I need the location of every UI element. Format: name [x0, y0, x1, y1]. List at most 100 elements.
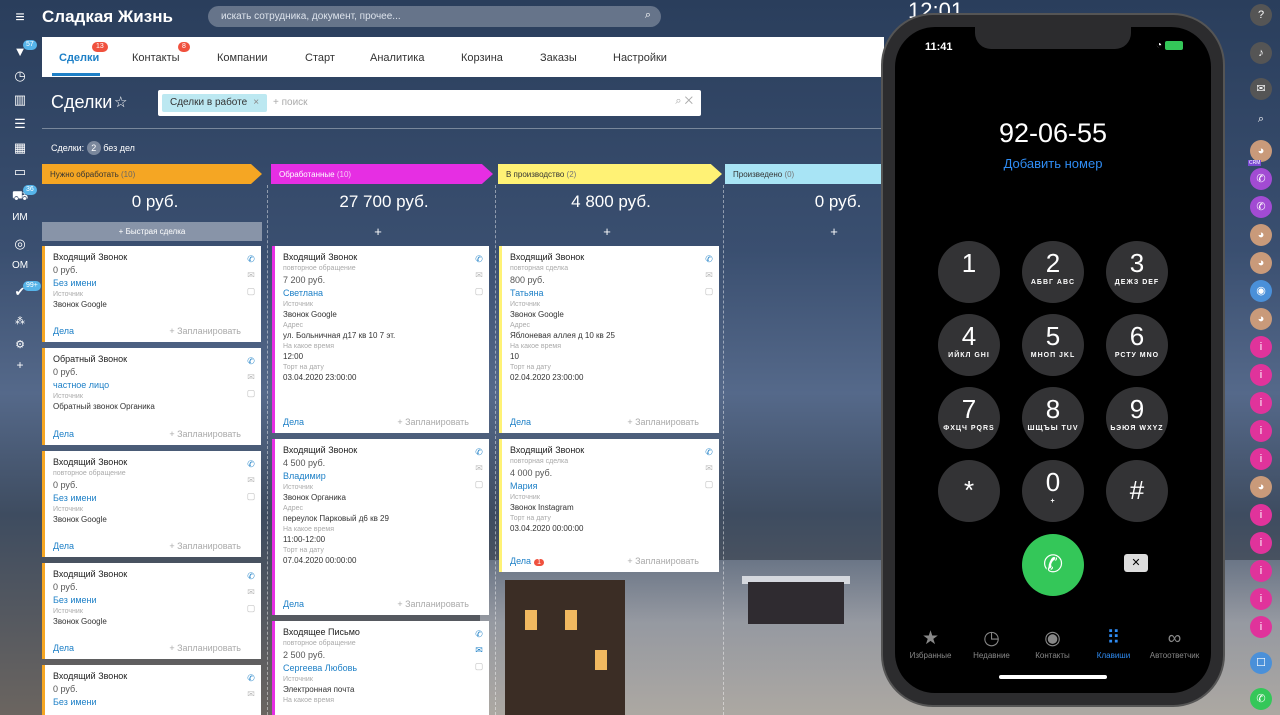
- target-icon[interactable]: ◎: [0, 236, 40, 252]
- global-search[interactable]: искать сотрудника, документ, прочее... ⌕: [208, 6, 661, 27]
- search-placeholder: искать сотрудника, документ, прочее...: [221, 11, 401, 22]
- user-icon[interactable]: ◉: [1250, 280, 1272, 302]
- filter-chip[interactable]: Сделки в работе ×: [162, 94, 268, 112]
- info-icon[interactable]: i: [1250, 532, 1272, 554]
- help-icon[interactable]: ?: [1250, 4, 1272, 26]
- info-icon[interactable]: i: [1250, 588, 1272, 610]
- key-1[interactable]: 1: [938, 241, 1000, 303]
- key-star[interactable]: *: [938, 460, 1000, 522]
- tab-contacts-phone[interactable]: ◉ Контакты: [1021, 627, 1084, 660]
- gear-icon[interactable]: ⚙: [0, 338, 40, 351]
- tab-settings[interactable]: Настройки: [613, 52, 667, 64]
- deal-card[interactable]: Входящий Звонок 0 руб. Без имени Источни…: [42, 563, 261, 659]
- chart-icon[interactable]: ▥: [0, 92, 40, 108]
- add-icon[interactable]: +: [0, 358, 40, 372]
- column-header-to-process[interactable]: Нужно обработать (10): [42, 164, 262, 184]
- info-icon[interactable]: i: [1250, 560, 1272, 582]
- key-5[interactable]: 5 МНОП JKL: [1022, 314, 1084, 376]
- tab-orders[interactable]: Заказы: [540, 52, 577, 64]
- avatar[interactable]: ◕: [1250, 308, 1272, 330]
- tab-deals[interactable]: Сделки: [59, 52, 99, 64]
- key-6[interactable]: 6 РСТУ MNO: [1106, 314, 1168, 376]
- info-icon[interactable]: i: [1250, 364, 1272, 386]
- search-icon[interactable]: ⌕: [1250, 108, 1272, 130]
- call-button[interactable]: ✆: [1022, 534, 1084, 596]
- key-4[interactable]: 4 ИЙКЛ GHI: [938, 314, 1000, 376]
- tab-favorites[interactable]: ★ Избранные: [899, 627, 962, 660]
- avatar[interactable]: ◕: [1250, 252, 1272, 274]
- key-3[interactable]: 3 ДЕЖЗ DEF: [1106, 241, 1168, 303]
- filter-search-input[interactable]: + поиск: [273, 97, 308, 108]
- sidebar-im[interactable]: ИМ: [0, 212, 40, 223]
- add-deal-button[interactable]: +: [271, 224, 485, 239]
- key-2[interactable]: 2 АБВГ ABC: [1022, 241, 1084, 303]
- brand-title[interactable]: Сладкая Жизнь: [42, 7, 173, 27]
- avatar[interactable]: ◕: [1250, 140, 1272, 162]
- column-header-produced[interactable]: Произведено (0): [725, 164, 883, 184]
- tab-recents[interactable]: ◷ Недавние: [960, 627, 1023, 660]
- clock-icon[interactable]: ◷: [0, 68, 40, 84]
- deal-card[interactable]: Входящий Звонок повторная сделка 800 руб…: [499, 246, 719, 433]
- add-deal-button[interactable]: +: [498, 224, 716, 239]
- tab-analytics[interactable]: Аналитика: [370, 52, 424, 64]
- deal-card[interactable]: Входящий Звонок 0 руб. Без имени ✆ ✉: [42, 665, 261, 715]
- chat-icon[interactable]: ✉: [1250, 78, 1272, 100]
- sitemap-icon[interactable]: ⁂: [0, 316, 40, 327]
- window-icon[interactable]: ▭: [0, 164, 40, 180]
- info-icon[interactable]: i: [1250, 504, 1272, 526]
- grid-icon[interactable]: ▦: [0, 140, 40, 156]
- counter-badge[interactable]: 2: [86, 141, 101, 155]
- deal-card[interactable]: Входящий Звонок повторное обращение 7 20…: [272, 246, 489, 433]
- info-icon[interactable]: i: [1250, 420, 1272, 442]
- add-number-link[interactable]: Добавить номер: [895, 156, 1211, 171]
- deal-card[interactable]: Входящее Письмо повторное обращение 2 50…: [272, 621, 489, 715]
- phone-icon: ✆: [705, 254, 713, 264]
- open-lines-icon[interactable]: ☐: [1250, 652, 1272, 674]
- search-icon[interactable]: ⌕: [645, 9, 651, 22]
- stack-icon[interactable]: ☰: [0, 116, 40, 132]
- tab-contacts[interactable]: Контакты: [132, 52, 180, 64]
- mail-icon: ✉: [247, 587, 255, 597]
- deal-card[interactable]: Обратный Звонок 0 руб. частное лицо Исто…: [42, 348, 261, 445]
- info-icon[interactable]: i: [1250, 616, 1272, 638]
- info-icon[interactable]: i: [1250, 392, 1272, 414]
- key-7[interactable]: 7 ФХЦЧ PQRS: [938, 387, 1000, 449]
- tab-active-underline: [52, 73, 100, 76]
- deal-card[interactable]: Входящий Звонок повторное обращение 0 ру…: [42, 451, 261, 557]
- avatar[interactable]: ◕: [1250, 224, 1272, 246]
- deal-card[interactable]: Входящий Звонок 4 500 руб. Владимир Исто…: [272, 439, 489, 615]
- home-indicator: [999, 675, 1107, 679]
- tab-cart[interactable]: Корзина: [461, 52, 503, 64]
- column-header-production[interactable]: В производство (2): [498, 164, 722, 184]
- tab-companies[interactable]: Компании: [217, 52, 268, 64]
- viber-icon[interactable]: ✆: [1250, 168, 1272, 190]
- viber-icon[interactable]: ✆: [1250, 196, 1272, 218]
- info-icon[interactable]: i: [1250, 336, 1272, 358]
- deal-card[interactable]: Входящий Звонок 0 руб. Без имени Источни…: [42, 246, 261, 342]
- column-header-processed[interactable]: Обработанные (10): [271, 164, 493, 184]
- left-sidebar: ≡ ▼ 57 ◷ ▥ ☰ ▦ ▭ ⛟ 36 ИМ ◎ ОМ ✔ 99+ ⁂ ⚙ …: [0, 0, 41, 715]
- phone-icon[interactable]: ✆: [1250, 688, 1272, 710]
- key-8[interactable]: 8 ШЩЪЫ TUV: [1022, 387, 1084, 449]
- deal-card[interactable]: Входящий Звонок повторная сделка 4 000 р…: [499, 439, 719, 572]
- key-0[interactable]: 0 +: [1022, 460, 1084, 522]
- quick-deal-button[interactable]: + Быстрая сделка: [42, 222, 262, 241]
- star-icon[interactable]: ☆: [114, 93, 127, 111]
- search-icon[interactable]: ⌕: [675, 95, 681, 107]
- sidebar-om[interactable]: ОМ: [0, 260, 40, 271]
- tab-keypad[interactable]: ⠿ Клавиши: [1082, 627, 1145, 660]
- clear-icon[interactable]: ✕: [685, 95, 693, 107]
- avatar[interactable]: ◕: [1250, 476, 1272, 498]
- backspace-icon[interactable]: ✕: [1124, 554, 1148, 572]
- info-icon[interactable]: i: [1250, 448, 1272, 470]
- cart-badge: 36: [23, 185, 37, 195]
- filter-box[interactable]: Сделки в работе × + поиск ⌕ ✕: [158, 90, 701, 116]
- wifi-icon: ◔: [1155, 40, 1162, 51]
- bell-icon[interactable]: ♪: [1250, 42, 1272, 64]
- key-hash[interactable]: #: [1106, 460, 1168, 522]
- menu-icon[interactable]: ≡: [0, 9, 40, 27]
- close-icon[interactable]: ×: [253, 97, 259, 108]
- tab-start[interactable]: Старт: [305, 52, 335, 64]
- key-9[interactable]: 9 ЬЭЮЯ WXYZ: [1106, 387, 1168, 449]
- tab-voicemail[interactable]: ∞ Автоответчик: [1143, 627, 1206, 660]
